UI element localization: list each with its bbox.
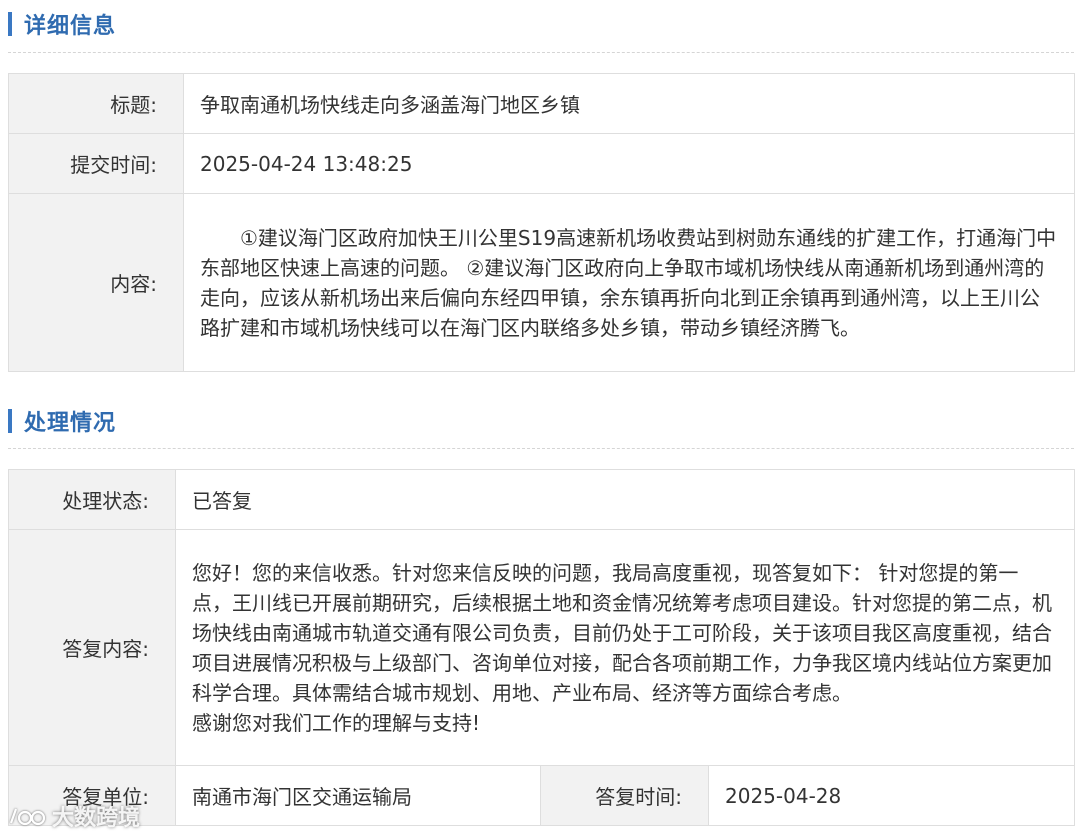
- section-accent-bar: [8, 12, 12, 36]
- detail-section-title-text: 详细信息: [24, 14, 117, 39]
- reply-thanks: 感谢您对我们工作的理解与支持!: [192, 710, 481, 735]
- processing-section-title: 处理情况: [8, 406, 116, 436]
- content-value: ①建议海门区政府加快王川公里S19高速新机场收费站到树勋东通线的扩建工作，打通海…: [183, 193, 1075, 372]
- reply-time-label: 答复时间:: [540, 765, 709, 826]
- status-row: 处理状态: 已答复: [8, 469, 1075, 530]
- content-row: 内容: ①建议海门区政府加快王川公里S19高速新机场收费站到树勋东通线的扩建工作…: [8, 193, 1075, 372]
- status-label: 处理状态:: [8, 469, 176, 530]
- reply-content: 您好！您的来信收悉。针对您来信反映的问题，我局高度重视，现答复如下： 针对您提的…: [175, 529, 1075, 766]
- section-divider: [8, 52, 1074, 53]
- reply-label: 答复内容:: [8, 529, 176, 766]
- submit-time-row: 提交时间: 2025-04-24 13:48:25: [8, 133, 1075, 194]
- processing-section-title-text: 处理情况: [24, 411, 117, 436]
- processing-table: 处理状态: 已答复 答复内容: 您好！您的来信收悉。针对您来信反映的问题，我局高…: [8, 469, 1075, 826]
- submit-time-value: 2025-04-24 13:48:25: [183, 133, 1075, 194]
- logo-icon: [9, 808, 46, 826]
- title-label: 标题:: [8, 73, 184, 134]
- submit-time-label: 提交时间:: [8, 133, 184, 194]
- reply-unit-value: 南通市海门区交通运输局: [175, 765, 541, 826]
- section-accent-bar: [8, 409, 12, 433]
- reply-time-value: 2025-04-28: [708, 765, 1075, 826]
- detail-section-title: 详细信息: [8, 9, 116, 39]
- title-row: 标题: 争取南通机场快线走向多涵盖海门地区乡镇: [8, 73, 1075, 134]
- content-label: 内容:: [8, 193, 184, 372]
- reply-meta-row: 答复单位: 南通市海门区交通运输局 答复时间: 2025-04-28: [8, 765, 1075, 826]
- status-value: 已答复: [175, 469, 1075, 530]
- reply-text: 您好！您的来信收悉。针对您来信反映的问题，我局高度重视，现答复如下： 针对您提的…: [192, 560, 1052, 705]
- detail-table: 标题: 争取南通机场快线走向多涵盖海门地区乡镇 提交时间: 2025-04-24…: [8, 73, 1075, 372]
- section-divider: [8, 448, 1074, 449]
- watermark: 大数跨境: [8, 800, 140, 832]
- reply-row: 答复内容: 您好！您的来信收悉。针对您来信反映的问题，我局高度重视，现答复如下：…: [8, 529, 1075, 766]
- watermark-text: 大数跨境: [52, 806, 141, 831]
- title-value: 争取南通机场快线走向多涵盖海门地区乡镇: [183, 73, 1075, 134]
